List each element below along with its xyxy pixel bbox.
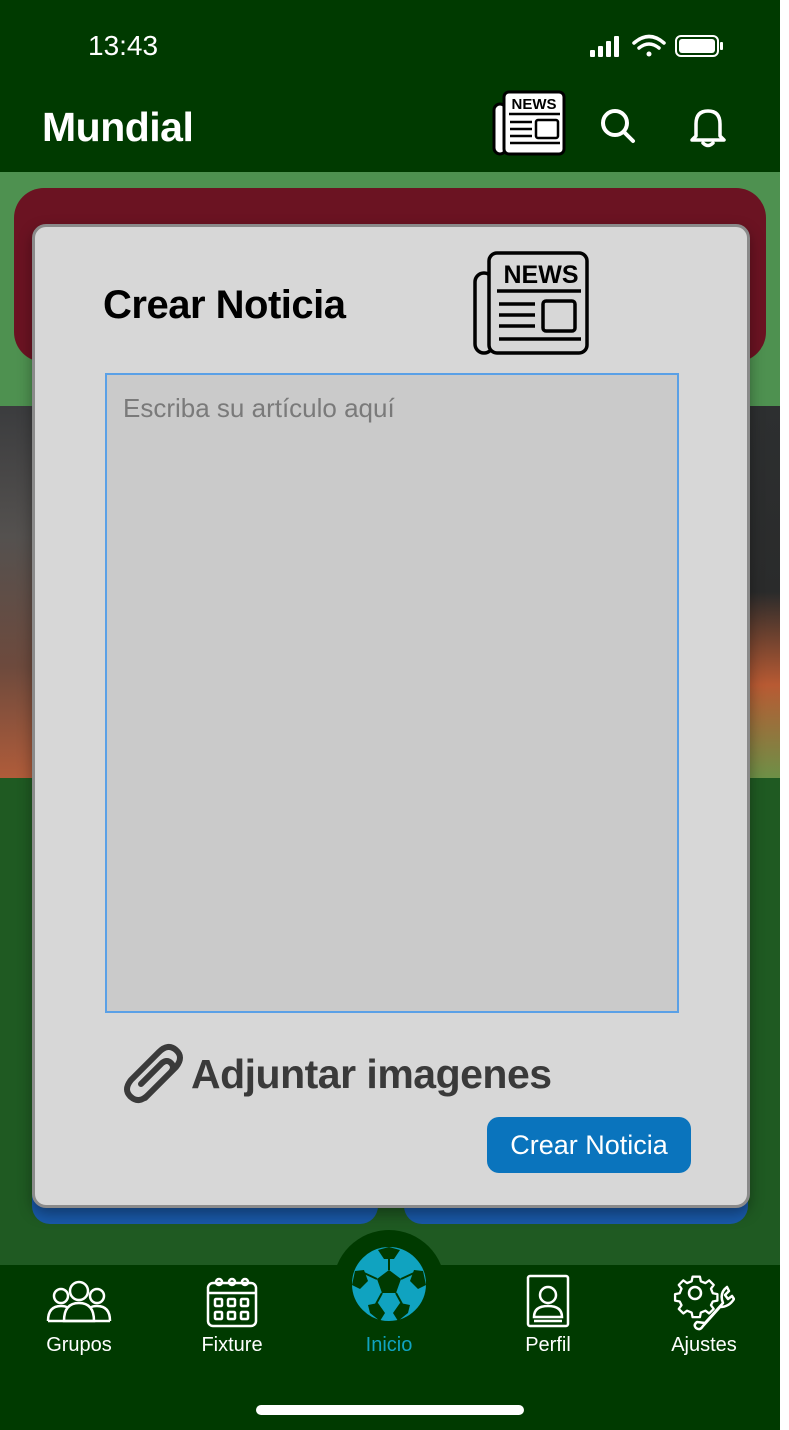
newspaper-icon: NEWS bbox=[471, 249, 591, 364]
attach-images-label: Adjuntar imagenes bbox=[191, 1050, 552, 1097]
nav-item-grupos[interactable]: Grupos bbox=[4, 1265, 154, 1375]
calendar-icon bbox=[206, 1277, 258, 1328]
newspaper-icon: NEWS bbox=[492, 90, 566, 156]
nav-item-inicio[interactable]: Inicio bbox=[314, 1245, 464, 1375]
signal-icon bbox=[590, 36, 619, 57]
app-title: Mundial bbox=[42, 104, 194, 150]
settings-icon bbox=[673, 1275, 735, 1331]
attach-images-button[interactable]: Adjuntar imagenes bbox=[121, 1039, 552, 1109]
nav-label: Perfil bbox=[525, 1334, 571, 1356]
nav-label: Grupos bbox=[46, 1334, 112, 1356]
bell-icon bbox=[690, 109, 726, 148]
nav-label: Ajustes bbox=[671, 1334, 737, 1356]
nav-item-fixture[interactable]: Fixture bbox=[157, 1265, 307, 1375]
paperclip-icon bbox=[124, 1044, 183, 1103]
notifications-button[interactable] bbox=[688, 104, 728, 153]
group-icon bbox=[46, 1280, 112, 1323]
search-button[interactable] bbox=[598, 106, 638, 151]
wifi-icon bbox=[632, 34, 666, 57]
top-bar: 13:43 Mundial NEWS bbox=[0, 0, 780, 172]
nav-item-perfil[interactable]: Perfil bbox=[473, 1265, 623, 1375]
article-text-input[interactable] bbox=[105, 373, 679, 1013]
create-news-button[interactable]: Crear Noticia bbox=[487, 1117, 691, 1173]
dialog-title: Crear Noticia bbox=[103, 283, 346, 327]
svg-text:NEWS: NEWS bbox=[512, 96, 557, 113]
create-news-dialog: Crear Noticia NEWS Adjuntar imagenes Cre… bbox=[32, 224, 750, 1208]
profile-icon bbox=[526, 1274, 570, 1328]
search-icon bbox=[601, 109, 635, 143]
nav-item-ajustes[interactable]: Ajustes bbox=[629, 1265, 779, 1375]
home-indicator[interactable] bbox=[256, 1405, 524, 1415]
soccer-ball-icon bbox=[350, 1245, 428, 1323]
status-icons bbox=[588, 30, 728, 62]
nav-label: Fixture bbox=[201, 1334, 263, 1356]
status-time: 13:43 bbox=[88, 30, 159, 61]
svg-text:NEWS: NEWS bbox=[504, 261, 579, 289]
news-button[interactable]: NEWS bbox=[492, 88, 568, 163]
nav-label: Inicio bbox=[365, 1334, 413, 1356]
background-photo-edge bbox=[748, 406, 780, 778]
battery-icon bbox=[675, 35, 723, 57]
app-screen: 13:43 Mundial NEWS Crear Noticia NEWS Es… bbox=[0, 0, 780, 1430]
